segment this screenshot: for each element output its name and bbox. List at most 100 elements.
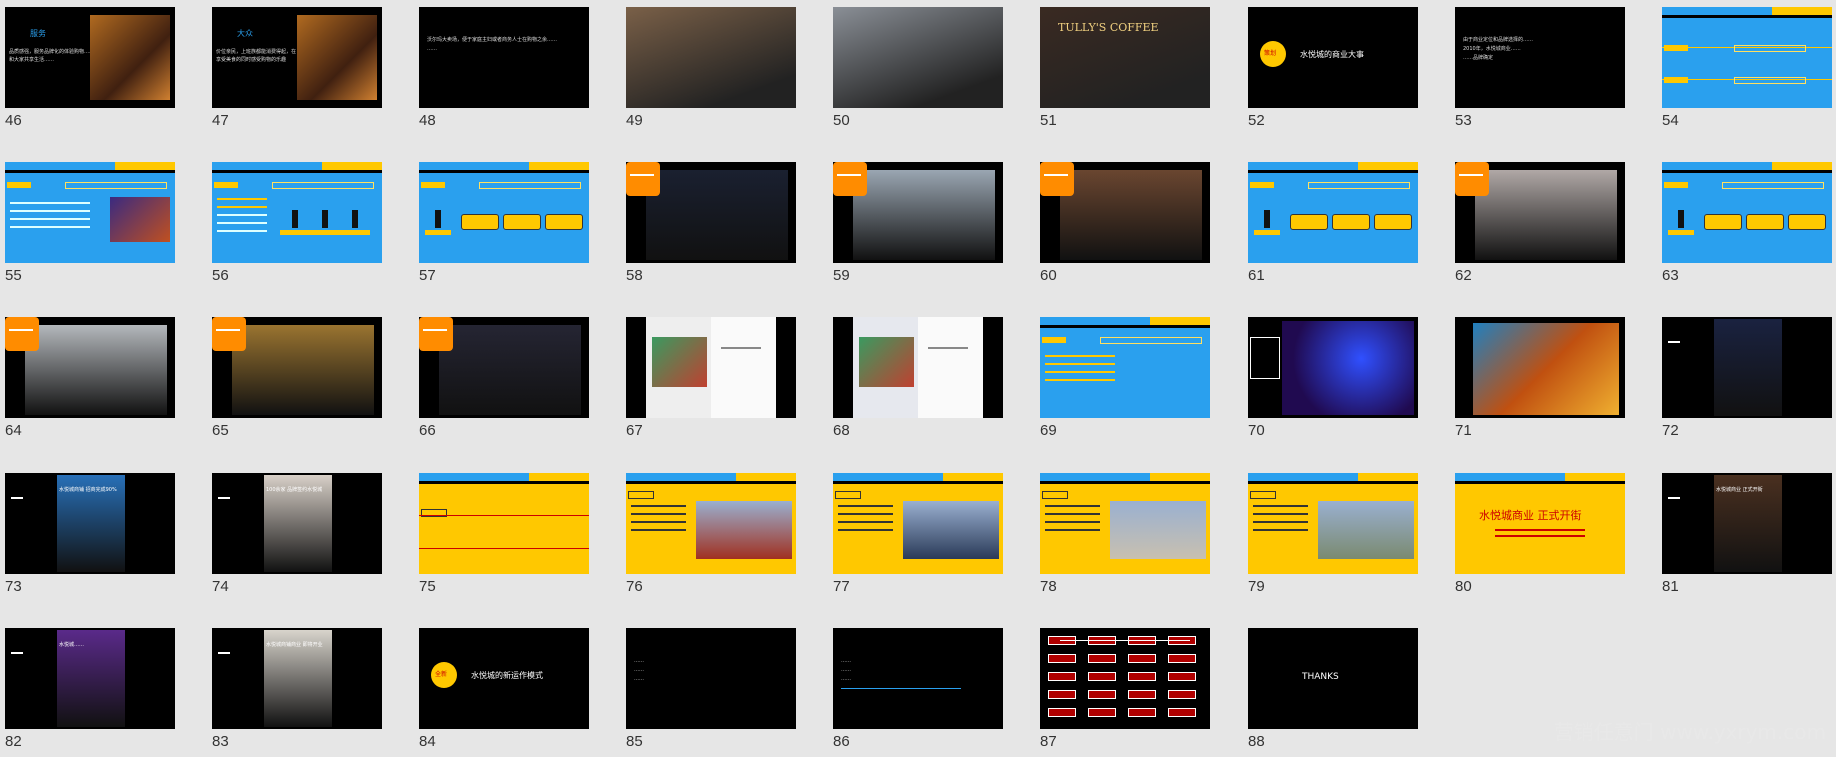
slide-header-strip — [1662, 15, 1832, 18]
slide-thumbnail-68[interactable]: 68 — [828, 310, 1003, 444]
slide-preview[interactable]: 由于商业定位和品牌选择的…… 2010年，水悦城商业…… ……品牌确定 — [1455, 7, 1625, 108]
slide-preview[interactable] — [626, 7, 796, 108]
slide-preview[interactable] — [1662, 7, 1832, 108]
slide-header-strip — [1040, 325, 1210, 328]
slide-number: 86 — [833, 733, 850, 750]
slide-thumbnail-59[interactable]: 59 — [828, 155, 1003, 289]
slide-thumbnail-58[interactable]: 58 — [621, 155, 796, 289]
slide-thumbnail-55[interactable]: 55 — [0, 155, 175, 289]
slide-thumbnail-87[interactable]: 87 — [1035, 621, 1210, 755]
slide-thumbnail-79[interactable]: 79 — [1243, 466, 1418, 600]
slide-thumbnail-80[interactable]: 水悦城商业 正式开街 80 — [1450, 466, 1625, 600]
slide-preview[interactable] — [1040, 473, 1210, 574]
slide-header-strip — [5, 170, 175, 173]
slide-thumbnail-64[interactable]: 64 — [0, 310, 175, 444]
slide-preview[interactable]: THANKS — [1248, 628, 1418, 729]
slide-preview[interactable] — [5, 317, 175, 418]
slide-thumbnail-54[interactable]: 54 — [1657, 0, 1832, 134]
flowchart-node — [1048, 654, 1076, 663]
slide-thumbnail-49[interactable]: 49 — [621, 0, 796, 134]
slide-thumbnail-75[interactable]: 75 — [414, 466, 589, 600]
slide-preview[interactable]: 策划 水悦城的商业大事 — [1248, 7, 1418, 108]
slide-thumbnail-84[interactable]: 全新 水悦城的新运作模式 84 — [414, 621, 589, 755]
slide-thumbnail-50[interactable]: 50 — [828, 0, 1003, 134]
slide-preview[interactable] — [1662, 317, 1832, 418]
slide-thumbnail-48[interactable]: 沃尔玛大卖场，便于家庭主妇或者商务人士在购物之余…… …… 48 — [414, 0, 589, 134]
slide-thumbnail-72[interactable]: 72 — [1657, 310, 1832, 444]
slide-preview[interactable] — [833, 317, 1003, 418]
slide-thumbnail-52[interactable]: 策划 水悦城的商业大事 52 — [1243, 0, 1418, 134]
slide-thumbnail-56[interactable]: 56 — [207, 155, 382, 289]
slide-thumbnail-73[interactable]: 水悦城商铺 招商完成90% 73 — [0, 466, 175, 600]
slide-number: 51 — [1040, 112, 1057, 129]
slide-number: 78 — [1040, 578, 1057, 595]
slide-preview[interactable] — [833, 162, 1003, 263]
slide-preview[interactable] — [1040, 628, 1210, 729]
slide-thumbnail-83[interactable]: 水悦城商铺商业 即将开业 83 — [207, 621, 382, 755]
slide-thumbnail-76[interactable]: 76 — [621, 466, 796, 600]
slide-thumbnail-88[interactable]: THANKS 88 — [1243, 621, 1418, 755]
person-figure — [292, 210, 298, 228]
slide-preview[interactable] — [1455, 162, 1625, 263]
slide-preview[interactable] — [419, 162, 589, 263]
slide-preview[interactable]: …… …… …… — [833, 628, 1003, 729]
slide-preview[interactable]: 水悦城商铺 招商完成90% — [5, 473, 175, 574]
slide-preview[interactable] — [212, 162, 382, 263]
slide-header-yellow — [736, 473, 796, 481]
slide-thumbnail-57[interactable]: 57 — [414, 155, 589, 289]
slide-preview[interactable]: 沃尔玛大卖场，便于家庭主妇或者商务人士在购物之余…… …… — [419, 7, 589, 108]
slide-thumbnail-81[interactable]: 水悦城商业 正式开街 81 — [1657, 466, 1832, 600]
slide-thumbnail-71[interactable]: 71 — [1450, 310, 1625, 444]
slide-thumbnail-53[interactable]: 由于商业定位和品牌选择的…… 2010年，水悦城商业…… ……品牌确定 53 — [1450, 0, 1625, 134]
slide-preview[interactable] — [419, 473, 589, 574]
slide-preview[interactable] — [833, 7, 1003, 108]
slide-preview[interactable]: 水悦城商业 正式开街 — [1455, 473, 1625, 574]
slide-preview[interactable] — [626, 162, 796, 263]
slide-preview[interactable]: 水悦城…… — [5, 628, 175, 729]
slide-preview[interactable] — [1040, 317, 1210, 418]
slide-preview[interactable]: TULLY'S COFFEE — [1040, 7, 1210, 108]
slide-photo — [646, 170, 788, 260]
slide-thumbnail-77[interactable]: 77 — [828, 466, 1003, 600]
slide-preview[interactable] — [1248, 473, 1418, 574]
slide-preview[interactable] — [1248, 317, 1418, 418]
slide-thumbnail-82[interactable]: 水悦城…… 82 — [0, 621, 175, 755]
slide-text-line: …… — [634, 667, 644, 673]
slide-thumbnail-67[interactable]: 67 — [621, 310, 796, 444]
slide-thumbnail-62[interactable]: 62 — [1450, 155, 1625, 289]
slide-thumbnail-86[interactable]: …… …… …… 86 — [828, 621, 1003, 755]
slide-thumbnail-69[interactable]: 69 — [1035, 310, 1210, 444]
slide-preview[interactable]: 水悦城商业 正式开街 — [1662, 473, 1832, 574]
slide-preview[interactable] — [1662, 162, 1832, 263]
slide-preview[interactable]: 水悦城商铺商业 即将开业 — [212, 628, 382, 729]
slide-preview[interactable] — [1248, 162, 1418, 263]
slide-number: 74 — [212, 578, 229, 595]
slide-thumbnail-51[interactable]: TULLY'S COFFEE 51 — [1035, 0, 1210, 134]
slide-thumbnail-65[interactable]: 65 — [207, 310, 382, 444]
slide-preview[interactable] — [833, 473, 1003, 574]
slide-thumbnail-63[interactable]: 63 — [1657, 155, 1832, 289]
slide-preview[interactable] — [212, 317, 382, 418]
slide-thumbnail-70[interactable]: 70 — [1243, 310, 1418, 444]
slide-preview[interactable]: 全新 水悦城的新运作模式 — [419, 628, 589, 729]
slide-thumbnail-78[interactable]: 78 — [1035, 466, 1210, 600]
slide-preview[interactable] — [626, 473, 796, 574]
slide-preview[interactable]: …… …… …… — [626, 628, 796, 729]
slide-thumbnail-61[interactable]: 61 — [1243, 155, 1418, 289]
slide-thumbnail-46[interactable]: 服务 品质感强，服务品牌化的体验购物…… 和大家共享生活…… 46 — [0, 0, 175, 134]
slide-preview[interactable] — [419, 317, 589, 418]
slide-thumbnail-66[interactable]: 66 — [414, 310, 589, 444]
slide-preview[interactable] — [1455, 317, 1625, 418]
slide-preview[interactable]: 服务 品质感强，服务品牌化的体验购物…… 和大家共享生活…… — [5, 7, 175, 108]
slide-thumbnail-47[interactable]: 大众 价位亲民，上班族都能消费得起，在 享受美食的同时感受购物的乐趣 47 — [207, 0, 382, 134]
slide-thumbnail-74[interactable]: 100余家 品牌签约水悦城 74 — [207, 466, 382, 600]
slide-preview[interactable]: 大众 价位亲民，上班族都能消费得起，在 享受美食的同时感受购物的乐趣 — [212, 7, 382, 108]
slide-preview[interactable]: 100余家 品牌签约水悦城 — [212, 473, 382, 574]
slide-thumbnail-85[interactable]: …… …… …… 85 — [621, 621, 796, 755]
slide-header-strip — [833, 481, 1003, 484]
slide-photo — [903, 501, 999, 559]
slide-thumbnail-60[interactable]: 60 — [1035, 155, 1210, 289]
slide-preview[interactable] — [1040, 162, 1210, 263]
slide-preview[interactable] — [626, 317, 796, 418]
slide-preview[interactable] — [5, 162, 175, 263]
